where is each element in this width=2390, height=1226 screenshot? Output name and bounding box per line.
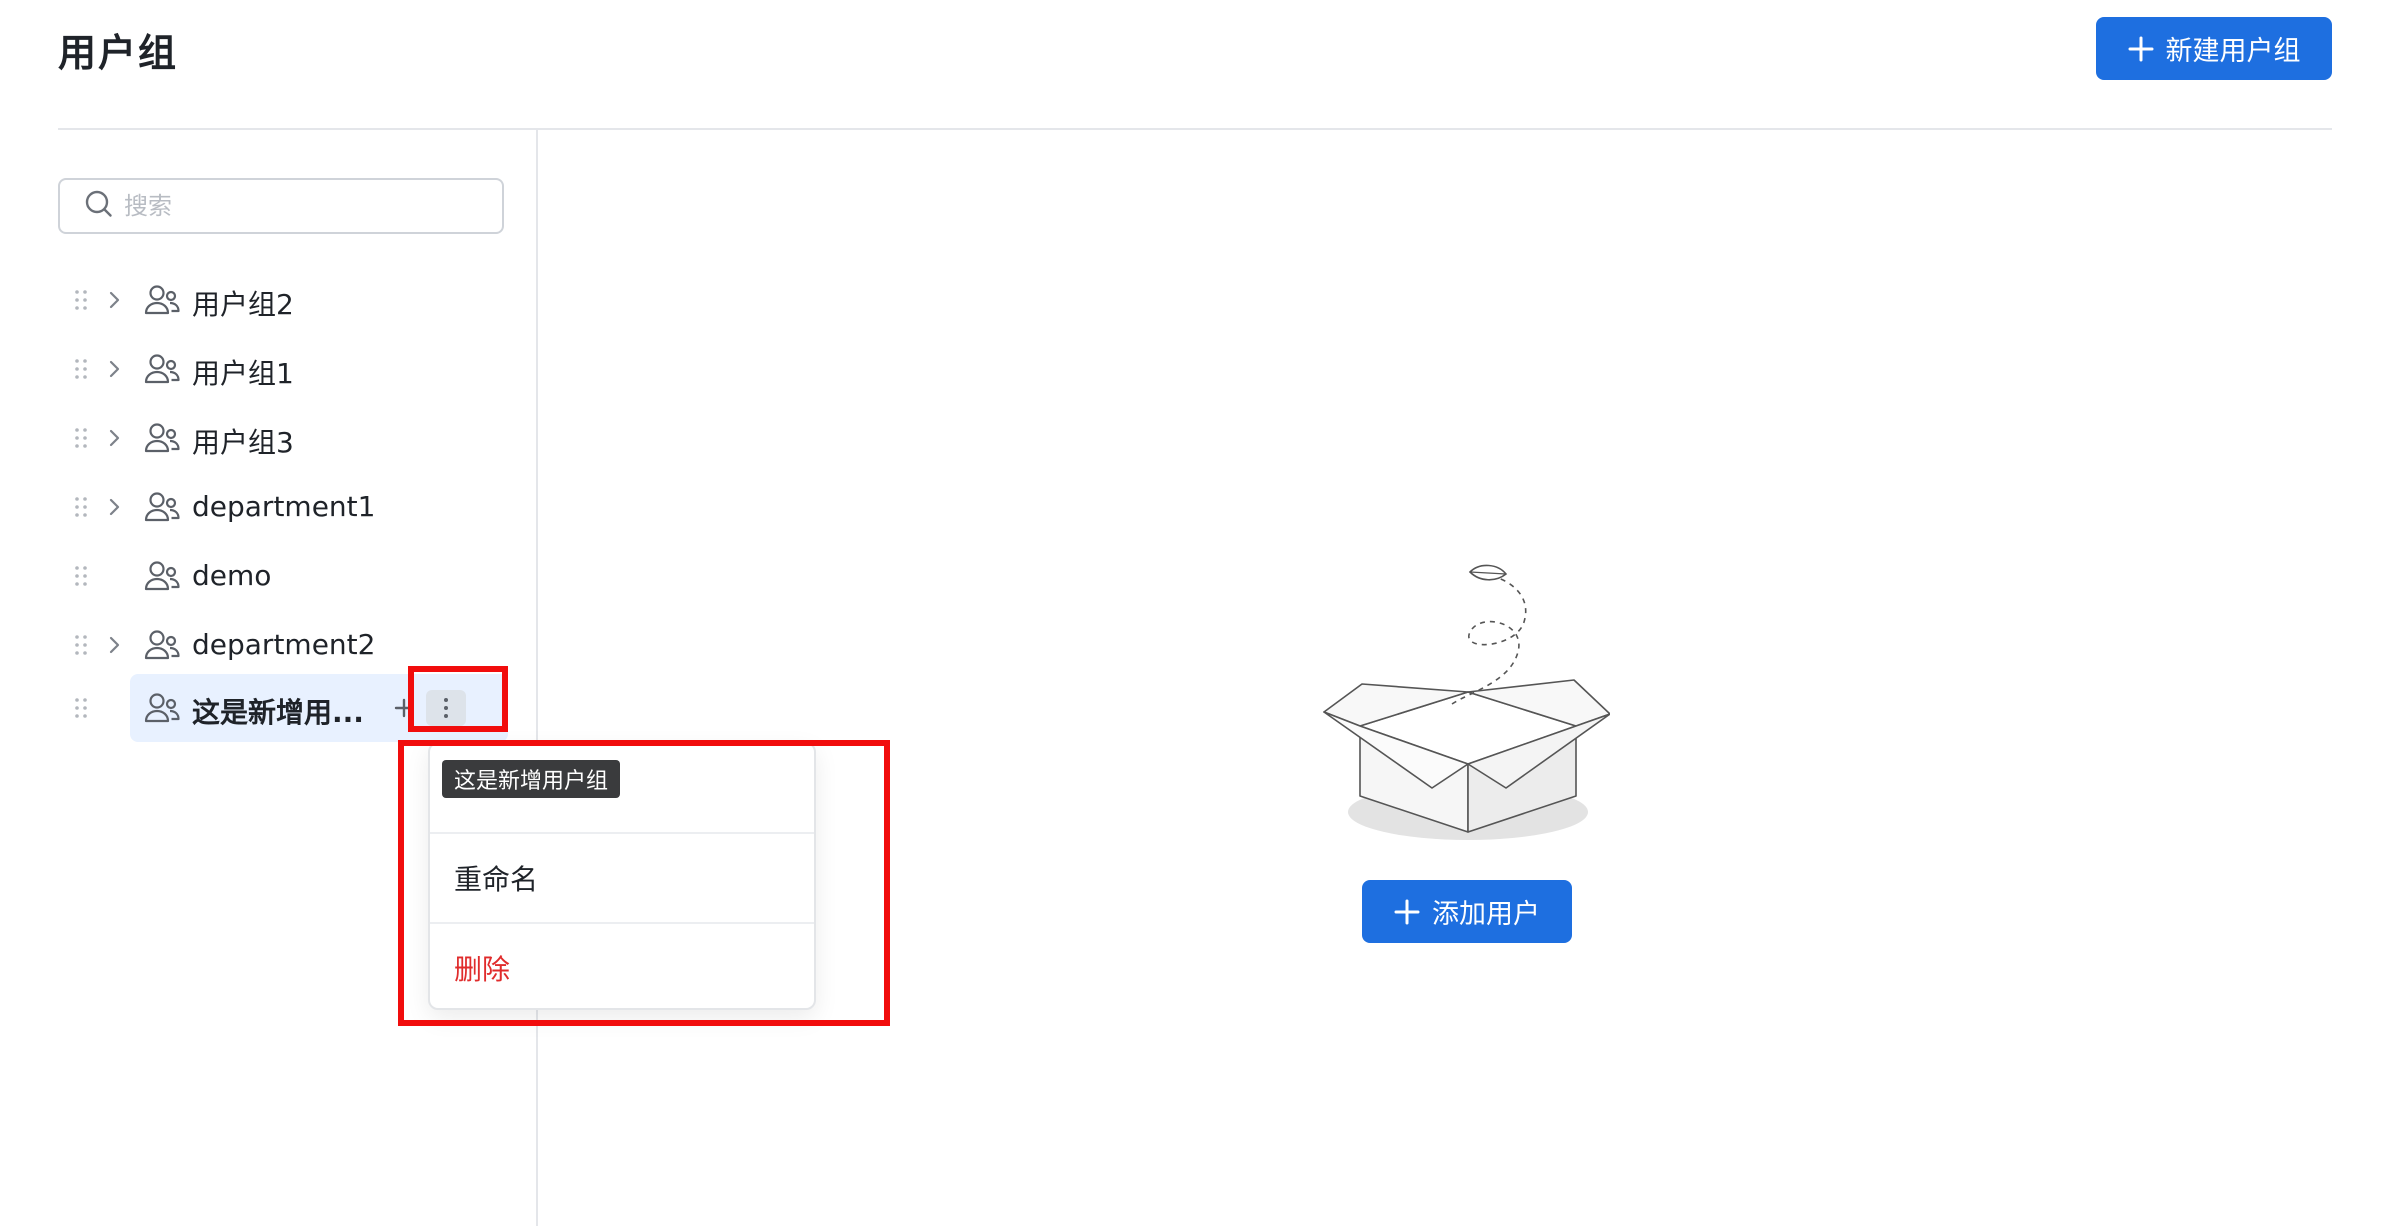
tree-node-label: department1 bbox=[192, 490, 376, 523]
empty-box-illustration bbox=[1323, 564, 1610, 840]
drag-handle-icon[interactable] bbox=[74, 289, 88, 311]
add-user-button[interactable]: 添加用户 bbox=[1362, 880, 1572, 943]
user-group-icon bbox=[144, 423, 180, 453]
highlight-menu bbox=[398, 740, 890, 1026]
user-group-icon bbox=[144, 630, 180, 660]
drag-handle-icon[interactable] bbox=[74, 697, 88, 719]
tree-node[interactable]: 用户组1 bbox=[58, 340, 518, 398]
chevron-right-icon[interactable] bbox=[104, 427, 124, 449]
chevron-right-icon[interactable] bbox=[104, 496, 124, 518]
tree-node-label: 这是新增用... bbox=[192, 696, 364, 729]
chevron-right-icon[interactable] bbox=[104, 358, 124, 380]
page-title: 用户组 bbox=[58, 31, 179, 75]
add-user-label: 添加用户 bbox=[1432, 899, 1540, 930]
user-group-icon bbox=[144, 354, 180, 384]
drag-handle-icon[interactable] bbox=[74, 427, 88, 449]
user-group-icon bbox=[144, 492, 180, 522]
tree-node-label: demo bbox=[192, 559, 272, 592]
header-divider bbox=[58, 128, 2332, 130]
tree-node-label: 用户组2 bbox=[192, 288, 294, 321]
chevron-right-icon[interactable] bbox=[104, 634, 124, 656]
plus-icon bbox=[2128, 36, 2154, 62]
search-input[interactable] bbox=[124, 192, 484, 220]
sidebar-divider bbox=[536, 130, 538, 1226]
highlight-more-button bbox=[408, 666, 508, 732]
new-group-label: 新建用户组 bbox=[2165, 36, 2301, 67]
tree-node[interactable]: department1 bbox=[58, 478, 518, 536]
search-icon bbox=[84, 189, 114, 223]
tree-node-label: 用户组3 bbox=[192, 426, 294, 459]
search-box[interactable] bbox=[58, 178, 504, 234]
tree-node-label: 用户组1 bbox=[192, 357, 294, 390]
plus-icon bbox=[1394, 899, 1420, 925]
user-group-icon bbox=[144, 561, 180, 591]
drag-handle-icon[interactable] bbox=[74, 496, 88, 518]
drag-handle-icon[interactable] bbox=[74, 358, 88, 380]
drag-handle-icon[interactable] bbox=[74, 634, 88, 656]
user-groups-page: 用户组 新建用户组 用户组2 用户组1 用户组3 bbox=[0, 0, 2390, 1226]
user-group-icon bbox=[144, 693, 180, 723]
drag-handle-icon[interactable] bbox=[74, 565, 88, 587]
user-group-icon bbox=[144, 285, 180, 315]
tree-node[interactable]: demo bbox=[58, 547, 518, 605]
new-group-button[interactable]: 新建用户组 bbox=[2096, 17, 2332, 80]
chevron-right-icon[interactable] bbox=[104, 289, 124, 311]
tree-node-label: department2 bbox=[192, 628, 376, 661]
tree-node[interactable]: 用户组3 bbox=[58, 409, 518, 467]
tree-node[interactable]: 用户组2 bbox=[58, 271, 518, 329]
